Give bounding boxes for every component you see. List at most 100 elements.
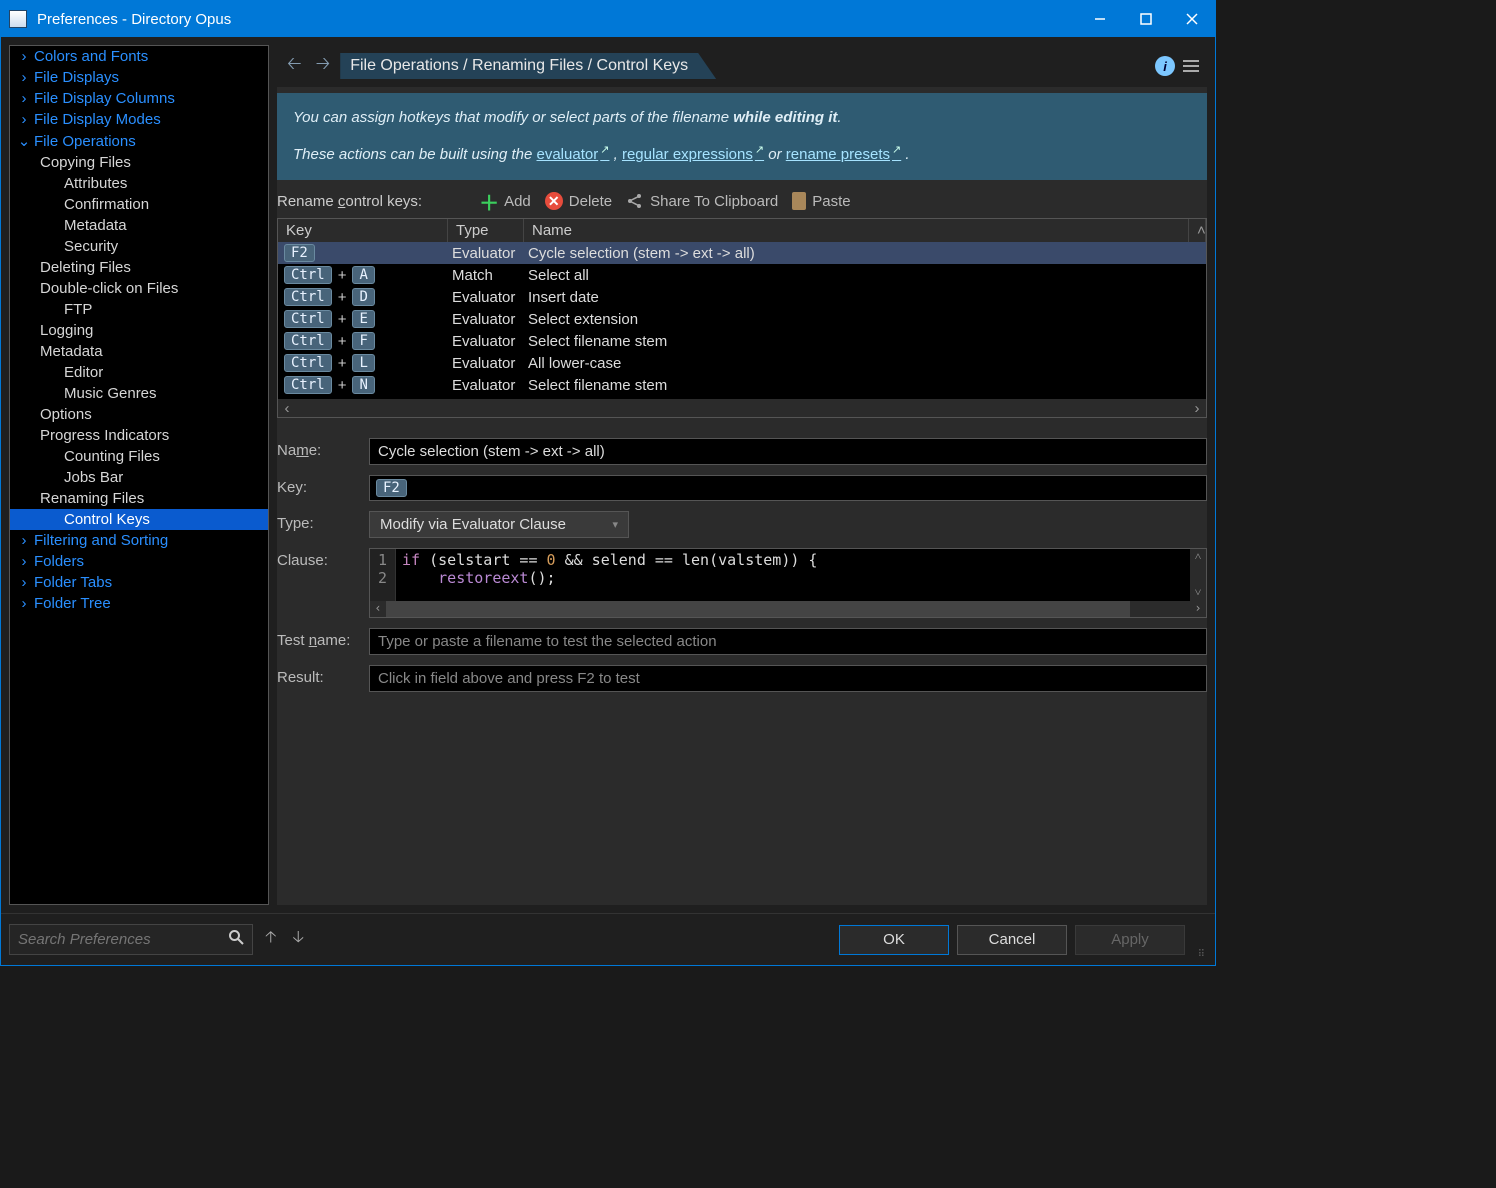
keys-header[interactable]: Key Type Name ˄ [278, 219, 1206, 242]
tree-item[interactable]: Jobs Bar [10, 467, 268, 488]
tree-item-label: File Display Modes [34, 111, 161, 128]
app-icon [9, 10, 27, 28]
table-row[interactable]: Ctrl+FEvaluatorSelect filename stem [278, 330, 1206, 352]
chevron-down-icon: ▾ [612, 518, 618, 531]
link-rename-presets[interactable]: rename presets [786, 146, 901, 163]
breadcrumb[interactable]: File Operations / Renaming Files / Contr… [340, 53, 716, 79]
scroll-right-icon[interactable]: › [1188, 400, 1206, 417]
tree-item[interactable]: Logging [10, 320, 268, 341]
col-type[interactable]: Type [448, 219, 524, 242]
keys-hscroll[interactable]: ‹ › [278, 399, 1206, 417]
table-row[interactable]: Ctrl+EEvaluatorSelect extension [278, 308, 1206, 330]
nav-forward-icon[interactable]: 🡢 [312, 49, 335, 83]
cell-name: All lower-case [524, 353, 1206, 374]
tree-item[interactable]: Attributes [10, 173, 268, 194]
tree-item[interactable]: Security [10, 236, 268, 257]
scroll-left-icon[interactable]: ‹ [278, 400, 296, 417]
testname-label: Test name: [277, 628, 369, 649]
code-vscroll[interactable]: ˄ ˅ [1190, 549, 1206, 601]
search-icon[interactable] [228, 929, 244, 950]
tree-item[interactable]: Options [10, 404, 268, 425]
info-icon[interactable]: i [1155, 56, 1175, 76]
cell-type: Evaluator [448, 331, 524, 352]
tree-item[interactable]: Double-click on Files [10, 278, 268, 299]
add-button[interactable]: ＋ Add [480, 192, 531, 210]
close-button[interactable] [1169, 1, 1215, 37]
tree-item[interactable]: ›File Displays [10, 67, 268, 88]
keycap: A [352, 266, 374, 284]
table-row[interactable]: Ctrl+AMatchSelect all [278, 264, 1206, 286]
prev-match-icon[interactable]: 🡡 [261, 922, 281, 957]
table-row[interactable]: Ctrl+LEvaluatorAll lower-case [278, 352, 1206, 374]
tree-item[interactable]: Music Genres [10, 383, 268, 404]
name-field[interactable]: Cycle selection (stem -> ext -> all) [369, 438, 1207, 465]
tree-item[interactable]: ›Folders [10, 551, 268, 572]
delete-button[interactable]: ✕ Delete [545, 192, 612, 210]
resize-grip-icon[interactable]: ⠿ [1193, 953, 1207, 957]
tree-scroll[interactable]: ›Colors and Fonts›File Displays›File Dis… [10, 46, 268, 904]
next-match-icon[interactable]: 🡣 [289, 922, 309, 957]
twisty-icon[interactable]: › [16, 90, 32, 107]
maximize-button[interactable] [1123, 1, 1169, 37]
ok-button[interactable]: OK [839, 925, 949, 955]
twisty-icon[interactable]: › [16, 595, 32, 612]
tree-item[interactable]: Progress Indicators [10, 425, 268, 446]
tree-item[interactable]: Copying Files [10, 152, 268, 173]
minimize-button[interactable] [1077, 1, 1123, 37]
clause-editor[interactable]: 12 if (selstart == 0 && selend == len(va… [369, 548, 1207, 618]
tree-item[interactable]: Deleting Files [10, 257, 268, 278]
twisty-icon[interactable]: › [16, 574, 32, 591]
tree-item[interactable]: Metadata [10, 215, 268, 236]
twisty-icon[interactable]: ⌄ [16, 132, 32, 150]
tree-item[interactable]: Editor [10, 362, 268, 383]
tree-item[interactable]: Control Keys [10, 509, 268, 530]
tree-item[interactable]: ›Colors and Fonts [10, 46, 268, 67]
code-scroll-down-icon[interactable]: ˅ [1190, 585, 1206, 601]
code-hscroll[interactable]: ‹ › [370, 601, 1206, 617]
titlebar[interactable]: Preferences - Directory Opus [1, 1, 1215, 37]
menu-icon[interactable] [1181, 58, 1201, 74]
link-evaluator[interactable]: evaluator [537, 146, 610, 163]
twisty-icon[interactable]: › [16, 111, 32, 128]
tree-item[interactable]: ›File Display Modes [10, 109, 268, 130]
share-icon [626, 192, 644, 210]
twisty-icon[interactable]: › [16, 553, 32, 570]
twisty-icon[interactable]: › [16, 532, 32, 549]
nav-back-icon[interactable]: 🡠 [283, 49, 306, 83]
key-field[interactable]: F2 [369, 475, 1207, 501]
tree-item[interactable]: Metadata [10, 341, 268, 362]
code-content[interactable]: if (selstart == 0 && selend == len(valst… [396, 549, 1190, 601]
tree-item[interactable]: Confirmation [10, 194, 268, 215]
tree-item[interactable]: Renaming Files [10, 488, 268, 509]
testname-field[interactable]: Type or paste a filename to test the sel… [369, 628, 1207, 655]
col-name[interactable]: Name [524, 219, 1189, 242]
twisty-icon[interactable]: › [16, 69, 32, 86]
tree-item[interactable]: ›Folder Tabs [10, 572, 268, 593]
share-button[interactable]: Share To Clipboard [626, 192, 778, 210]
tree-item[interactable]: FTP [10, 299, 268, 320]
tree-item[interactable]: Counting Files [10, 446, 268, 467]
keycap: Ctrl [284, 376, 332, 394]
cancel-button[interactable]: Cancel [957, 925, 1067, 955]
tree-item[interactable]: ›Folder Tree [10, 593, 268, 614]
scroll-up-icon[interactable]: ˄ [1189, 219, 1206, 242]
tree-item[interactable]: ›Filtering and Sorting [10, 530, 268, 551]
code-scroll-up-icon[interactable]: ˄ [1190, 549, 1206, 565]
code-scroll-right-icon[interactable]: › [1190, 601, 1206, 617]
type-select[interactable]: Modify via Evaluator Clause ▾ [369, 511, 629, 538]
twisty-icon[interactable]: › [16, 48, 32, 65]
table-row[interactable]: F2EvaluatorCycle selection (stem -> ext … [278, 242, 1206, 264]
keys-rows[interactable]: F2EvaluatorCycle selection (stem -> ext … [278, 242, 1206, 399]
search-input[interactable] [18, 931, 228, 948]
code-scroll-left-icon[interactable]: ‹ [370, 601, 386, 617]
search-preferences[interactable] [9, 924, 253, 955]
table-row[interactable]: Ctrl+NEvaluatorSelect filename stem [278, 374, 1206, 396]
apply-button[interactable]: Apply [1075, 925, 1185, 955]
cell-name: Select extension [524, 309, 1206, 330]
paste-button[interactable]: Paste [792, 192, 850, 210]
table-row[interactable]: Ctrl+DEvaluatorInsert date [278, 286, 1206, 308]
col-key[interactable]: Key [278, 219, 448, 242]
tree-item[interactable]: ⌄File Operations [10, 130, 268, 152]
tree-item[interactable]: ›File Display Columns [10, 88, 268, 109]
link-regex[interactable]: regular expressions [622, 146, 764, 163]
